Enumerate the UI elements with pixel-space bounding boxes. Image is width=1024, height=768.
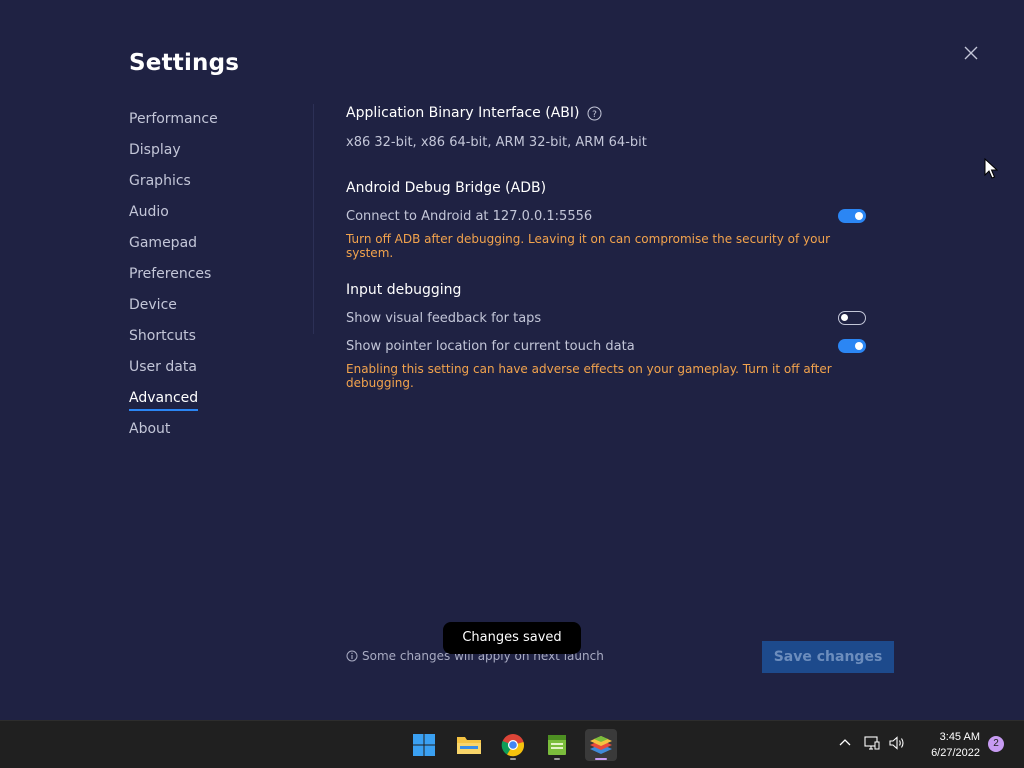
system-tray <box>838 735 906 751</box>
nav-item-advanced[interactable]: Advanced <box>129 383 299 414</box>
file-explorer-button[interactable] <box>453 729 485 761</box>
network-icon[interactable] <box>864 735 880 751</box>
folder-icon <box>457 737 481 754</box>
close-icon[interactable] <box>960 42 982 64</box>
info-icon <box>346 650 358 662</box>
abi-section-title: Application Binary Interface (ABI) ? <box>346 100 866 126</box>
nav-item-user-data[interactable]: User data <box>129 352 299 383</box>
nav-item-gamepad[interactable]: Gamepad <box>129 228 299 259</box>
changes-saved-toast: Changes saved <box>443 622 581 654</box>
notification-badge[interactable]: 2 <box>988 736 1004 752</box>
chevron-up-icon[interactable] <box>838 736 852 750</box>
clock-time: 3:45 AM <box>939 731 980 743</box>
nav-item-performance[interactable]: Performance <box>129 104 299 135</box>
adb-warning: Turn off ADB after debugging. Leaving it… <box>346 232 831 260</box>
nav-item-preferences[interactable]: Preferences <box>129 259 299 290</box>
taskbar-clock[interactable]: 3:45 AM 6/27/2022 <box>916 729 980 761</box>
visual-feedback-row: Show visual feedback for taps <box>346 308 866 328</box>
visual-feedback-toggle[interactable] <box>838 311 866 325</box>
nav-item-graphics[interactable]: Graphics <box>129 166 299 197</box>
clock-date: 6/27/2022 <box>931 747 980 759</box>
page-title: Settings <box>129 50 240 76</box>
start-button[interactable] <box>408 729 440 761</box>
pointer-location-row: Show pointer location for current touch … <box>346 336 866 356</box>
nav-divider <box>313 104 314 334</box>
nav-item-device[interactable]: Device <box>129 290 299 321</box>
nav-item-about[interactable]: About <box>129 414 299 445</box>
adb-connect-row: Connect to Android at 127.0.0.1:5556 <box>346 206 866 226</box>
taskbar: 3:45 AM 6/27/2022 <box>0 720 1024 768</box>
settings-window: Settings Performance Display Graphics Au… <box>0 0 1024 720</box>
chrome-icon <box>501 734 525 757</box>
advanced-settings-panel: Application Binary Interface (ABI) ? x86… <box>346 100 866 390</box>
pointer-location-toggle[interactable] <box>838 339 866 353</box>
active-indicator <box>595 758 607 760</box>
settings-nav: Performance Display Graphics Audio Gamep… <box>129 104 299 445</box>
running-indicator <box>554 758 560 760</box>
abi-value: x86 32-bit, x86 64-bit, ARM 32-bit, ARM … <box>346 134 647 150</box>
running-indicator <box>510 758 516 760</box>
svg-text:?: ? <box>593 110 598 120</box>
save-changes-button[interactable]: Save changes <box>762 641 894 673</box>
help-icon[interactable]: ? <box>587 106 602 121</box>
input-debugging-section-title: Input debugging <box>346 282 462 298</box>
nav-item-audio[interactable]: Audio <box>129 197 299 228</box>
bluestacks-icon <box>590 736 612 754</box>
windows-logo-icon <box>413 734 435 756</box>
adb-section-title: Android Debug Bridge (ADB) <box>346 180 547 196</box>
nav-item-display[interactable]: Display <box>129 135 299 166</box>
bluestacks-button[interactable] <box>585 729 617 761</box>
nav-item-shortcuts[interactable]: Shortcuts <box>129 321 299 352</box>
archive-app-button[interactable] <box>541 729 573 761</box>
mouse-cursor-icon <box>984 158 998 179</box>
volume-icon[interactable] <box>888 735 906 751</box>
archive-icon <box>548 735 566 755</box>
chrome-button[interactable] <box>497 729 529 761</box>
input-debugging-warning: Enabling this setting can have adverse e… <box>346 362 832 390</box>
adb-connect-toggle[interactable] <box>838 209 866 223</box>
